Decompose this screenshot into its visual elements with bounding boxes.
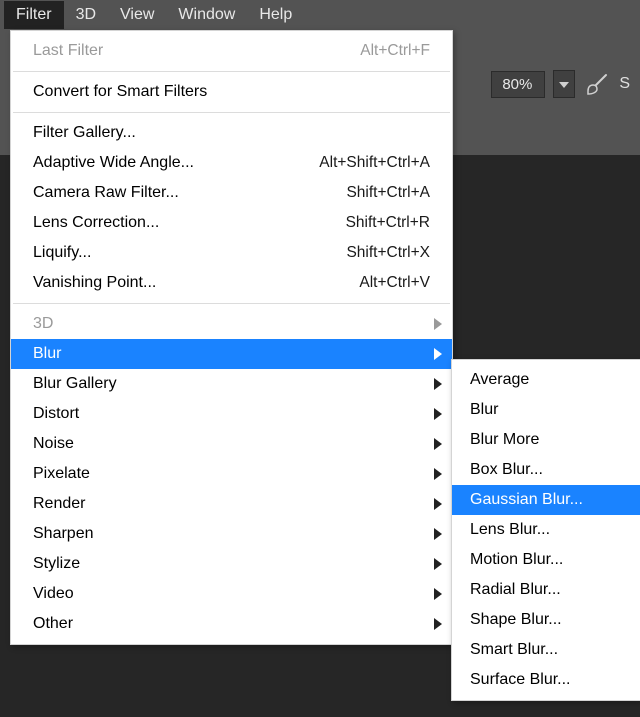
submenu-arrow-icon <box>434 618 442 630</box>
item-liquify[interactable]: Liquify... Shift+Ctrl+X <box>11 238 452 268</box>
shortcut: Alt+Shift+Ctrl+A <box>319 154 430 172</box>
menu-3d[interactable]: 3D <box>64 1 108 29</box>
zoom-field[interactable]: 80% <box>491 71 545 98</box>
menubar: Filter 3D View Window Help <box>0 0 640 30</box>
item-camera-raw-filter[interactable]: Camera Raw Filter... Shift+Ctrl+A <box>11 178 452 208</box>
label: Convert for Smart Filters <box>33 83 207 101</box>
label: Stylize <box>33 555 80 573</box>
item-shape-blur[interactable]: Shape Blur... <box>452 605 640 635</box>
trailing-label: S <box>619 75 630 93</box>
submenu-arrow-icon <box>434 498 442 510</box>
label: Vanishing Point... <box>33 274 156 292</box>
zoom-dropdown[interactable] <box>553 70 575 98</box>
separator <box>13 112 450 113</box>
submenu-arrow-icon <box>434 348 442 360</box>
submenu-arrow-icon <box>434 408 442 420</box>
item-vanishing-point[interactable]: Vanishing Point... Alt+Ctrl+V <box>11 268 452 298</box>
separator <box>13 303 450 304</box>
item-3d-submenu: 3D <box>11 309 452 339</box>
item-video-submenu[interactable]: Video <box>11 579 452 609</box>
item-blur-submenu[interactable]: Blur <box>11 339 452 369</box>
submenu-arrow-icon <box>434 588 442 600</box>
chevron-down-icon <box>559 75 569 93</box>
menu-help[interactable]: Help <box>247 1 304 29</box>
item-average[interactable]: Average <box>452 365 640 395</box>
item-motion-blur[interactable]: Motion Blur... <box>452 545 640 575</box>
item-other-submenu[interactable]: Other <box>11 609 452 639</box>
submenu-arrow-icon <box>434 438 442 450</box>
menu-window[interactable]: Window <box>166 1 247 29</box>
item-noise-submenu[interactable]: Noise <box>11 429 452 459</box>
item-smart-blur[interactable]: Smart Blur... <box>452 635 640 665</box>
item-sharpen-submenu[interactable]: Sharpen <box>11 519 452 549</box>
shortcut: Alt+Ctrl+F <box>360 42 430 60</box>
label: Render <box>33 495 85 513</box>
item-pixelate-submenu[interactable]: Pixelate <box>11 459 452 489</box>
item-stylize-submenu[interactable]: Stylize <box>11 549 452 579</box>
submenu-arrow-icon <box>434 378 442 390</box>
shortcut: Shift+Ctrl+A <box>346 184 430 202</box>
label: Pixelate <box>33 465 90 483</box>
submenu-arrow-icon <box>434 528 442 540</box>
label: Distort <box>33 405 79 423</box>
item-last-filter: Last Filter Alt+Ctrl+F <box>11 36 452 66</box>
item-lens-blur[interactable]: Lens Blur... <box>452 515 640 545</box>
label: Filter Gallery... <box>33 124 136 142</box>
shortcut: Alt+Ctrl+V <box>359 274 430 292</box>
item-render-submenu[interactable]: Render <box>11 489 452 519</box>
filter-dropdown: Last Filter Alt+Ctrl+F Convert for Smart… <box>10 30 453 645</box>
label: Adaptive Wide Angle... <box>33 154 194 172</box>
label: 3D <box>33 315 53 333</box>
item-gaussian-blur[interactable]: Gaussian Blur... <box>452 485 640 515</box>
menu-view[interactable]: View <box>108 1 166 29</box>
item-box-blur[interactable]: Box Blur... <box>452 455 640 485</box>
item-adaptive-wide-angle[interactable]: Adaptive Wide Angle... Alt+Shift+Ctrl+A <box>11 148 452 178</box>
submenu-arrow-icon <box>434 558 442 570</box>
label: Blur Gallery <box>33 375 117 393</box>
label: Blur <box>33 345 61 363</box>
item-surface-blur[interactable]: Surface Blur... <box>452 665 640 695</box>
label: Noise <box>33 435 74 453</box>
item-blur[interactable]: Blur <box>452 395 640 425</box>
submenu-arrow-icon <box>434 318 442 330</box>
brush-settings-icon[interactable] <box>583 70 611 98</box>
separator <box>13 71 450 72</box>
item-radial-blur[interactable]: Radial Blur... <box>452 575 640 605</box>
shortcut: Shift+Ctrl+X <box>346 244 430 262</box>
label: Camera Raw Filter... <box>33 184 179 202</box>
shortcut: Shift+Ctrl+R <box>346 214 430 232</box>
menu-filter[interactable]: Filter <box>4 1 64 29</box>
label: Other <box>33 615 73 633</box>
item-convert-smart-filters[interactable]: Convert for Smart Filters <box>11 77 452 107</box>
label: Liquify... <box>33 244 91 262</box>
item-blur-more[interactable]: Blur More <box>452 425 640 455</box>
item-filter-gallery[interactable]: Filter Gallery... <box>11 118 452 148</box>
label: Lens Correction... <box>33 214 159 232</box>
item-lens-correction[interactable]: Lens Correction... Shift+Ctrl+R <box>11 208 452 238</box>
label: Sharpen <box>33 525 94 543</box>
item-blur-gallery-submenu[interactable]: Blur Gallery <box>11 369 452 399</box>
submenu-arrow-icon <box>434 468 442 480</box>
label: Video <box>33 585 74 603</box>
item-distort-submenu[interactable]: Distort <box>11 399 452 429</box>
blur-submenu: Average Blur Blur More Box Blur... Gauss… <box>451 359 640 701</box>
label: Last Filter <box>33 42 103 60</box>
